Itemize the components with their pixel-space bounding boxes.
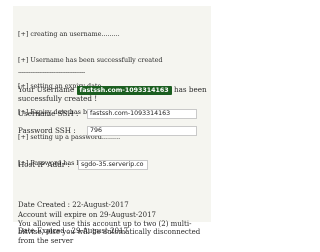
result-panel: [+] creating an username......... [+] Us… <box>13 6 211 245</box>
password-label: Password SSH : <box>18 126 76 135</box>
expiry-notice: Account will expire on 29-August-2017 Yo… <box>18 211 208 245</box>
username-field[interactable]: fastssh.com-1093314163 <box>87 109 197 119</box>
date-created-label: Date Created : <box>18 201 71 209</box>
password-field[interactable]: 796 <box>87 126 197 136</box>
username-label: Username SSH : <box>18 109 79 118</box>
username-row: Username SSH : <box>18 109 78 119</box>
host-row: Host IP Addr : <box>18 160 70 170</box>
login-limit-line: You allowed use this account up to two (… <box>18 219 201 245</box>
host-field[interactable]: sgdo-35.serverip.co <box>78 160 148 170</box>
host-label: Host IP Addr : <box>18 160 70 169</box>
expire-line: Account will expire on 29-August-2017 <box>18 211 156 219</box>
log-line: [+] Username has been successfully creat… <box>18 55 163 64</box>
log-line: [+] creating an username......... <box>18 30 120 39</box>
separator-line: -------------------------------------- <box>18 68 85 76</box>
message-prefix: Your Username <box>18 85 75 94</box>
date-created-value: 22-August-2017 <box>72 201 129 209</box>
username-created-message: Your Username fastssh.com-1093314163 has… <box>18 85 208 104</box>
password-row: Password SSH : <box>18 126 76 136</box>
date-created-row: Date Created : 22-August-2017 <box>18 201 129 210</box>
